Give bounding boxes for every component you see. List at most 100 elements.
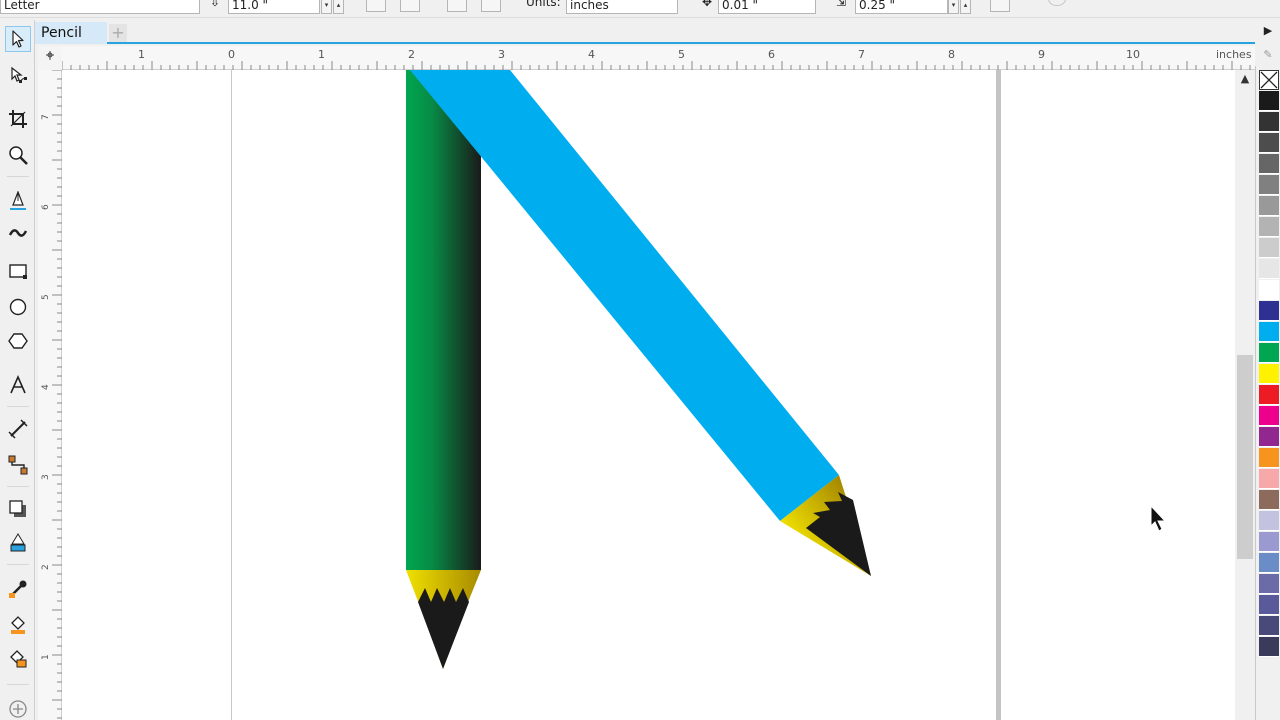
page-preset-dropdown[interactable]: Letter	[0, 0, 200, 14]
ellipse-tool[interactable]	[5, 294, 31, 320]
connector-tool[interactable]	[5, 452, 31, 478]
portrait-button[interactable]	[366, 0, 386, 12]
ruler-tick-label: 7	[858, 48, 865, 61]
eyedropper-icon[interactable]: ✎	[1258, 44, 1278, 66]
ruler-tick-label: 7	[41, 114, 51, 120]
smart-fill-tool[interactable]	[5, 646, 31, 672]
pick-tool[interactable]	[5, 26, 31, 52]
tab-pencil[interactable]: Pencil	[35, 22, 107, 44]
artistic-media-tool[interactable]	[5, 220, 31, 246]
duplicate-distance-icon: ⇲	[836, 0, 847, 9]
current-page-button[interactable]	[481, 0, 501, 12]
options-button[interactable]	[990, 0, 1010, 12]
color-swatch[interactable]	[1259, 385, 1279, 405]
ruler-tick-label: 2	[408, 48, 415, 61]
color-swatch[interactable]	[1259, 217, 1279, 237]
scroll-up-icon[interactable]: ▲	[1235, 72, 1255, 90]
color-swatch[interactable]	[1259, 637, 1279, 657]
vertical-ruler-ticks	[52, 70, 62, 719]
ruler-tick-label: 0	[228, 48, 235, 61]
landscape-button[interactable]	[400, 0, 420, 12]
transparency-tool[interactable]	[5, 530, 31, 556]
color-swatch[interactable]	[1259, 154, 1279, 174]
color-swatch[interactable]	[1259, 448, 1279, 468]
color-swatch[interactable]	[1259, 322, 1279, 342]
units-dropdown[interactable]: inches	[566, 0, 678, 14]
color-swatch[interactable]	[1259, 364, 1279, 384]
color-swatch[interactable]	[1259, 532, 1279, 552]
parallel-dimension-tool-icon	[8, 419, 28, 439]
horizontal-ruler[interactable]: 1 0 1 2 3 4 5 6 7 8 9 10 inches	[62, 46, 1255, 70]
page-height-field[interactable]: 11.0 "	[228, 0, 320, 14]
color-swatch[interactable]	[1259, 259, 1279, 279]
scrollbar-thumb[interactable]	[1237, 355, 1253, 559]
color-swatch[interactable]	[1259, 133, 1279, 153]
drop-shadow-tool[interactable]	[5, 496, 31, 522]
info-icon[interactable]	[1048, 0, 1066, 6]
ruler-tick-label: 1	[138, 48, 145, 61]
crop-tool[interactable]	[5, 106, 31, 132]
color-swatch[interactable]	[1259, 238, 1279, 258]
nudge-icon: ✥	[702, 0, 713, 9]
color-swatch[interactable]	[1259, 196, 1279, 216]
parallel-dimension-tool[interactable]	[5, 416, 31, 442]
color-swatch[interactable]	[1259, 511, 1279, 531]
zoom-tool-icon	[9, 146, 28, 165]
text-tool-icon	[10, 375, 26, 394]
drawing-svg	[406, 70, 1167, 669]
nudge-distance-field[interactable]: 0.01 "	[718, 0, 816, 14]
green-pencil[interactable]	[406, 70, 481, 669]
ruler-tick-label: 3	[41, 474, 51, 480]
all-pages-button[interactable]	[447, 0, 467, 12]
color-swatch[interactable]	[1259, 280, 1279, 300]
interactive-fill-tool-icon	[11, 616, 25, 634]
duplicate-distance-field[interactable]: 0.25 "	[855, 0, 948, 14]
shape-tool[interactable]	[5, 62, 31, 88]
color-swatch[interactable]	[1259, 343, 1279, 363]
color-eyedropper-tool[interactable]	[5, 576, 31, 602]
ruler-origin-icon	[46, 51, 54, 60]
color-swatch[interactable]	[1259, 112, 1279, 132]
text-tool[interactable]	[5, 372, 31, 398]
duplicate-spin-up[interactable]: ▴	[960, 0, 971, 14]
color-swatch[interactable]	[1259, 406, 1279, 426]
green-pencil-body[interactable]	[406, 70, 481, 570]
horizontal-ruler-ticks	[62, 61, 1251, 70]
page-height-icon: ⇳	[210, 0, 221, 9]
mouse-cursor-icon	[1150, 504, 1167, 532]
color-swatch[interactable]	[1259, 91, 1279, 111]
freehand-tool[interactable]	[5, 188, 31, 214]
ruler-tick-label: 1	[318, 48, 325, 61]
color-palette	[1255, 66, 1280, 720]
add-tab-button[interactable]: +	[109, 24, 127, 42]
rectangle-tool[interactable]	[5, 258, 31, 284]
ruler-tick-label: 10	[1126, 48, 1140, 61]
ruler-origin[interactable]	[38, 46, 62, 70]
vertical-scrollbar[interactable]: ▲	[1235, 70, 1255, 720]
polygon-tool-icon	[8, 333, 28, 349]
color-swatch[interactable]	[1259, 427, 1279, 447]
color-swatch[interactable]	[1259, 616, 1279, 636]
color-swatch[interactable]	[1259, 301, 1279, 321]
duplicate-spin-down[interactable]: ▾	[948, 0, 959, 14]
drawing-canvas[interactable]	[62, 70, 1235, 720]
color-swatch[interactable]	[1259, 595, 1279, 615]
ruler-tick-label: 3	[498, 48, 505, 61]
polygon-tool[interactable]	[5, 328, 31, 354]
height-spin-up[interactable]: ▴	[333, 0, 344, 14]
vertical-ruler[interactable]: 7 6 5 4 3 2 1	[38, 70, 62, 720]
color-swatch[interactable]	[1259, 490, 1279, 510]
no-color-swatch-icon[interactable]	[1259, 70, 1279, 90]
zoom-tool[interactable]	[5, 142, 31, 168]
add-tool[interactable]	[5, 696, 31, 720]
interactive-fill-tool[interactable]	[5, 612, 31, 638]
color-swatch[interactable]	[1259, 469, 1279, 489]
palette-expand-icon[interactable]: ▶	[1258, 20, 1278, 42]
smart-fill-tool-icon	[10, 650, 27, 668]
height-spin-down[interactable]: ▾	[321, 0, 332, 14]
ruler-tick-label: 8	[948, 48, 955, 61]
color-swatch[interactable]	[1259, 553, 1279, 573]
color-swatch[interactable]	[1259, 175, 1279, 195]
color-swatch[interactable]	[1259, 574, 1279, 594]
connector-tool-icon	[8, 455, 28, 475]
